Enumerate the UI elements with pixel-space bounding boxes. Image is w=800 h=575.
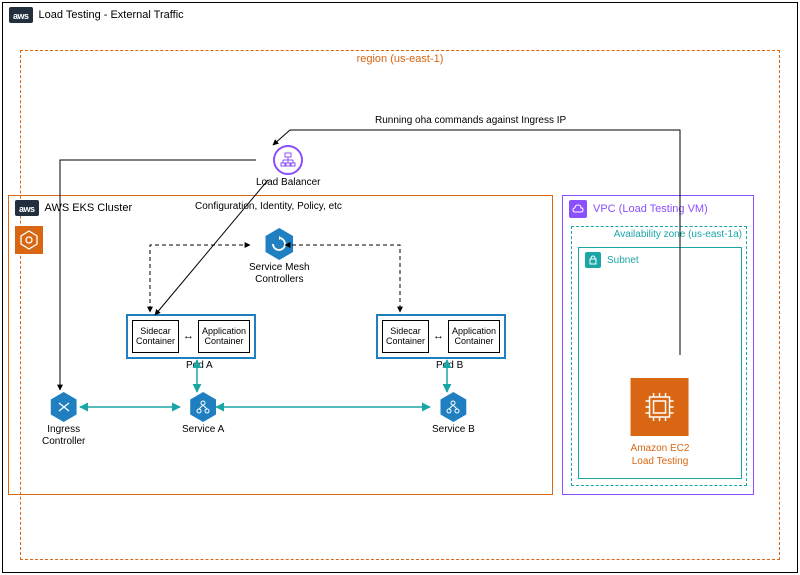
config-caption: Configuration, Identity, Policy, etc [195,201,342,212]
subnet-label: Subnet [607,255,639,266]
load-balancer-node: Load Balancer [256,145,321,188]
ec2-label: Amazon EC2 Load Testing [631,442,690,468]
kubernetes-icon [15,226,43,254]
region-label: region (us-east-1) [357,53,444,65]
title-bar: Load Testing - External Traffic [3,3,797,27]
ec2-node: Amazon EC2 Load Testing [631,378,690,468]
bidirectional-arrow-icon: ↔ [183,330,194,342]
load-balancer-icon [273,145,303,175]
application-container-a: Application Container [198,320,250,353]
pod-a: Sidecar Container ↔ Application Containe… [126,314,256,359]
sidecar-container-a: Sidecar Container [132,320,179,353]
aws-logo-icon [15,200,39,216]
lock-icon [585,252,601,268]
deploy-icon [263,228,295,260]
vpc-icon [569,200,587,218]
ingress-controller-label: Ingress Controller [42,424,85,448]
sidecar-container-b: Sidecar Container [382,320,429,353]
subnet-box: Subnet Amazon EC2 Load Testing [578,247,742,479]
availability-zone-box: Availability zone (us-east-1a) Subnet Am… [571,226,747,486]
subnet-header: Subnet [579,248,741,272]
eks-label: AWS EKS Cluster [45,202,133,214]
ingress-icon [49,392,79,422]
service-icon [438,392,468,422]
application-container-b: Application Container [448,320,500,353]
pod-b-label: Pod B [436,360,463,371]
aws-logo-icon [9,7,33,23]
bidirectional-arrow-icon: ↔ [433,330,444,342]
availability-zone-label: Availability zone (us-east-1a) [614,229,742,240]
pod-a-label: Pod A [186,360,213,371]
service-icon [188,392,218,422]
ec2-icon [631,378,689,436]
service-b-label: Service B [432,424,475,435]
vpc-box: VPC (Load Testing VM) Availability zone … [562,195,754,495]
vpc-label: VPC (Load Testing VM) [593,203,708,215]
vpc-header: VPC (Load Testing VM) [563,196,753,222]
service-mesh-controllers-node: Service Mesh Controllers [249,228,310,286]
service-a-label: Service A [182,424,224,435]
service-a-node: Service A [182,392,224,435]
service-b-node: Service B [432,392,475,435]
service-mesh-controllers-label: Service Mesh Controllers [249,262,310,286]
oha-caption: Running oha commands against Ingress IP [375,115,566,126]
pod-b: Sidecar Container ↔ Application Containe… [376,314,506,359]
load-balancer-label: Load Balancer [256,177,321,188]
ingress-controller-node: Ingress Controller [42,392,85,448]
diagram-title: Load Testing - External Traffic [39,9,184,21]
